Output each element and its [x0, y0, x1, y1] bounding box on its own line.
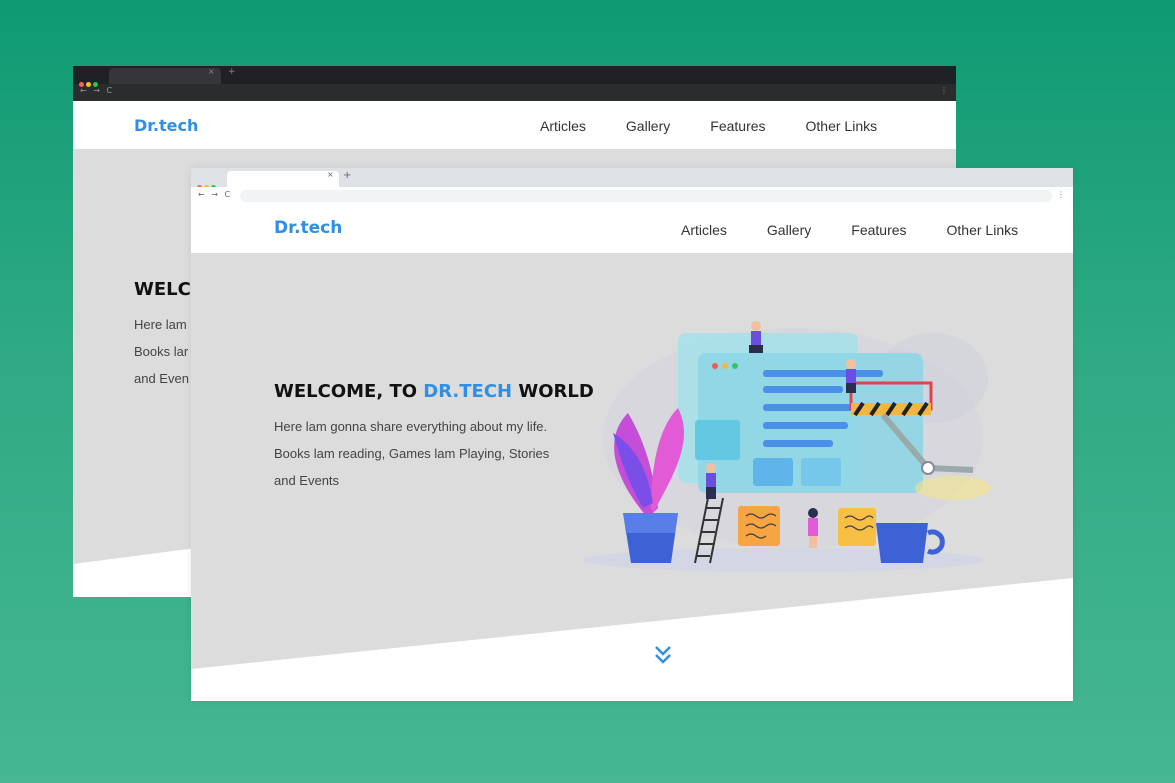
browser-tab[interactable] [109, 68, 221, 84]
hero-illustration [583, 321, 991, 572]
close-tab-icon[interactable]: × [208, 67, 215, 76]
nav-link-articles[interactable]: Articles [540, 118, 586, 134]
front-browser-window: × + ← → C ⋮ Dr.tech Articles Gallery Fea… [191, 168, 1073, 701]
browser-toolbar: ← → C ⋮ [191, 187, 1073, 206]
nav-link-other-links[interactable]: Other Links [806, 118, 878, 134]
hero-text-line: Here lam [134, 317, 187, 332]
scroll-down-chevron-icon[interactable] [653, 644, 673, 666]
browser-chrome: × + ← → C ⋮ [73, 66, 956, 101]
nav-link-other-links[interactable]: Other Links [947, 222, 1019, 238]
hero-text-line: and Even [134, 371, 189, 386]
hero-title: WELC [134, 279, 191, 300]
nav-link-gallery[interactable]: Gallery [767, 222, 811, 238]
browser-toolbar: ← → C ⋮ [73, 84, 956, 101]
hero-title-suffix: WORLD [512, 381, 594, 402]
hero-text-line: Books lar [134, 344, 189, 359]
hero-title: WELCOME, TO DR.TECH WORLD [274, 381, 594, 402]
close-tab-icon[interactable]: × [327, 170, 334, 179]
nav-links: Articles Gallery Features Other Links [681, 222, 1058, 238]
browser-nav-icons[interactable]: ← → C [80, 86, 114, 95]
tab-strip: × + [73, 66, 956, 87]
site-logo[interactable]: Dr.tech [134, 116, 198, 135]
nav-link-articles[interactable]: Articles [681, 222, 727, 238]
browser-chrome: × + ← → C ⋮ [191, 168, 1073, 206]
browser-menu-icon[interactable]: ⋮ [940, 86, 948, 95]
nav-link-features[interactable]: Features [851, 222, 906, 238]
site-logo[interactable]: Dr.tech [274, 218, 342, 238]
nav-links: Articles Gallery Features Other Links [540, 118, 917, 134]
site-navbar: Dr.tech Articles Gallery Features Other … [191, 206, 1073, 253]
hero-title-prefix: WELCOME, TO [274, 381, 424, 402]
hero-text-line: Books lam reading, Games lam Playing, St… [274, 446, 550, 461]
browser-tab[interactable] [227, 171, 339, 187]
new-tab-icon[interactable]: + [228, 67, 236, 77]
hero-title-accent: DR.TECH [423, 381, 513, 402]
new-tab-icon[interactable]: + [343, 170, 351, 181]
site-navbar: Dr.tech Articles Gallery Features Other … [73, 101, 956, 149]
hero-text-line: and Events [274, 473, 340, 488]
browser-nav-icons[interactable]: ← → C [198, 190, 232, 199]
nav-link-features[interactable]: Features [710, 118, 765, 134]
hero-text-line: Here lam gonna share everything about my… [274, 419, 548, 434]
browser-menu-icon[interactable]: ⋮ [1057, 190, 1065, 199]
tab-strip: × + [191, 168, 1073, 190]
nav-link-gallery[interactable]: Gallery [626, 118, 670, 134]
address-bar[interactable] [240, 190, 1052, 202]
